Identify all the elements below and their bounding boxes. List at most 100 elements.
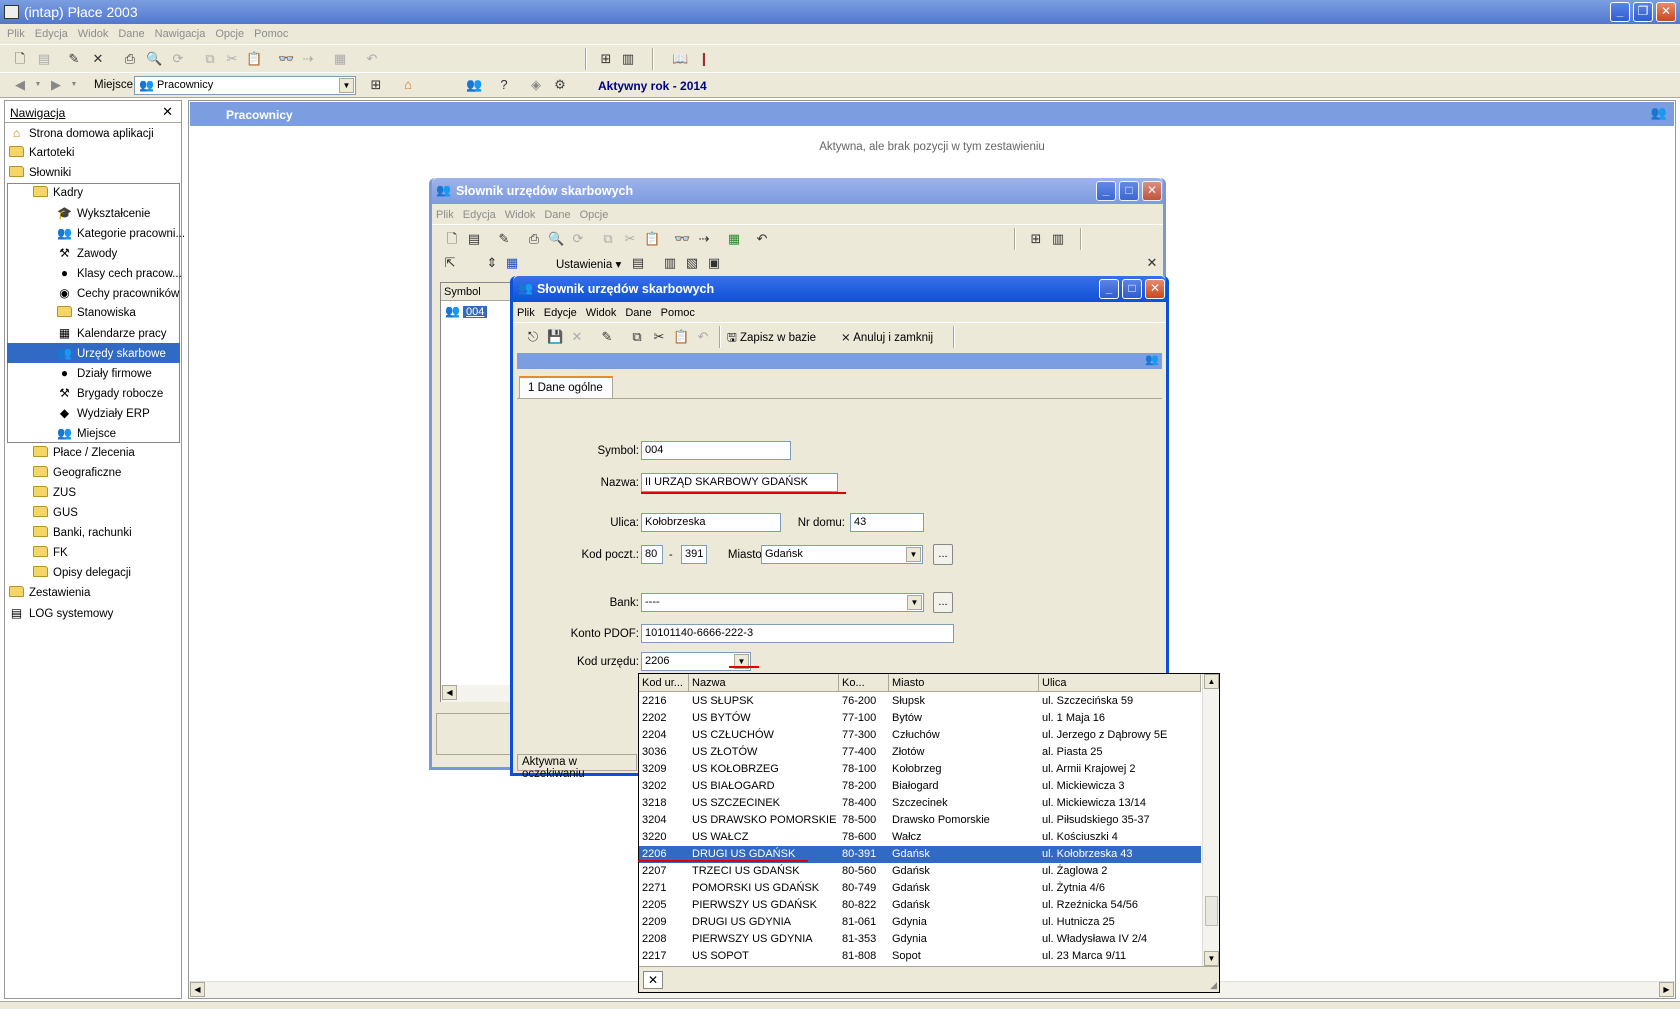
edit-minimize-icon[interactable]: _ (1099, 279, 1119, 299)
symbol-field[interactable]: 004 (641, 441, 791, 460)
dropdown-row[interactable]: 2217 US SOPOT 81-808 Sopot ul. 23 Marca 9/11 (639, 948, 1201, 965)
menu-widok[interactable]: Widok (74, 24, 115, 40)
chevron-down-icon[interactable]: ▼ (339, 78, 354, 93)
nav-item-16[interactable]: 👥 Miejsce (57, 423, 116, 443)
menu-dane[interactable]: Dane (114, 24, 150, 40)
restore-icon[interactable]: ❐ (1633, 2, 1653, 22)
cut-icon[interactable]: ✂ (224, 51, 240, 67)
edit-icon[interactable]: ✎ (599, 329, 615, 345)
dropdown-column-header[interactable]: Ko... (839, 674, 889, 692)
city-select[interactable]: Gdańsk ▼ (761, 545, 923, 564)
nav-item-4[interactable]: Kadry (33, 183, 83, 203)
menu-dane[interactable]: Dane (540, 204, 575, 221)
edit-maximize-icon[interactable]: □ (1122, 279, 1142, 299)
nav-item-10[interactable]: Stanowiska (57, 303, 136, 323)
nav-item-11[interactable]: ▦ Kalendarze pracy (57, 323, 167, 343)
nav-item-12[interactable]: 👥 Urzędy skarbowe (7, 343, 180, 363)
close-nav-icon[interactable]: ✕ (162, 104, 173, 120)
postal-code-part1[interactable]: 80 (641, 545, 663, 564)
nav-item-8[interactable]: ● Klasy cech pracow... (57, 263, 182, 283)
street-field[interactable]: Kołobrzeska (641, 513, 781, 532)
tree-icon[interactable]: ⊞ (1028, 231, 1044, 247)
menu-opcje[interactable]: Opcje (576, 204, 614, 221)
dropdown-close-icon[interactable]: ✕ (643, 971, 663, 989)
bank-select[interactable]: ---- ▼ (641, 593, 924, 612)
nav-item-25[interactable]: ▤ LOG systemowy (9, 603, 114, 623)
nav-item-1[interactable]: ⌂ Strona domowa aplikacji (9, 123, 154, 143)
menu-dane[interactable]: Dane (621, 302, 656, 319)
close-filter-icon[interactable]: ✕ (1144, 255, 1160, 271)
nav-item-22[interactable]: FK (33, 543, 68, 563)
excel-icon[interactable]: ▦ (726, 231, 742, 247)
edit-icon[interactable]: ✎ (496, 231, 512, 247)
properties-icon[interactable]: ▤ (36, 51, 52, 67)
scroll-up-icon[interactable]: ▲ (1204, 674, 1219, 689)
nav-item-17[interactable]: Płace / Zlecenia (33, 443, 135, 463)
bank-lookup-button[interactable]: ... (933, 592, 953, 613)
menu-plik[interactable]: Plik (513, 302, 540, 319)
dropdown-row[interactable]: 2271 POMORSKI US GDAŃSK 80-749 Gdańsk ul. Ży… (639, 880, 1201, 897)
copy-icon[interactable]: ⧉ (600, 231, 616, 247)
scroll-down-icon[interactable]: ▼ (1204, 951, 1219, 966)
nav-item-19[interactable]: ZUS (33, 483, 76, 503)
paste-icon[interactable]: 📋 (673, 329, 689, 345)
undo-icon[interactable]: ↶ (754, 231, 770, 247)
nav-item-24[interactable]: Zestawienia (9, 583, 90, 603)
dropdown-row[interactable]: 3209 US KOŁOBRZEG 78-100 Kołobrzeg ul. Armii… (639, 761, 1201, 778)
sort-icon[interactable]: ⇕ (484, 255, 500, 271)
dropdown-row[interactable]: 2204 US CZŁUCHÓW 77-300 Człuchów ul. Jerzego… (639, 727, 1201, 744)
place-select[interactable]: 👥 Pracownicy ▼ (134, 76, 356, 95)
tab-general[interactable]: 1 Dane ogólne (519, 376, 613, 398)
list-row[interactable]: 👥 004 (441, 302, 511, 320)
menu-plik[interactable]: Plik (432, 204, 459, 221)
print-icon[interactable]: ⎙ (526, 231, 542, 247)
print-icon[interactable]: ⎙ (122, 51, 138, 67)
dropdown-scrollbar[interactable]: ▲ ▼ (1202, 674, 1219, 966)
back-icon[interactable]: ◀ (12, 77, 28, 93)
settings-menu[interactable]: Ustawienia ▾ (556, 257, 621, 271)
dropdown-row[interactable]: 2216 US SŁUPSK 76-200 Słupsk ul. Szczecińska… (639, 693, 1201, 710)
paste-icon[interactable]: 📋 (246, 51, 262, 67)
tree-icon[interactable]: ⊞ (598, 51, 614, 67)
nav-item-14[interactable]: ⚒ Brygady robocze (57, 383, 163, 403)
help-icon[interactable]: ? (496, 77, 512, 93)
find-next-icon[interactable]: ⇢ (696, 231, 712, 247)
paste-icon[interactable]: 📋 (644, 231, 660, 247)
city-lookup-button[interactable]: ... (933, 544, 953, 565)
undo-icon[interactable]: ↶ (364, 51, 380, 67)
layers-icon[interactable]: ◈ (528, 77, 544, 93)
new-icon[interactable]: 🗋 (12, 51, 28, 67)
minimize-icon[interactable]: _ (1610, 2, 1630, 22)
settings-icon[interactable]: ⚙ (552, 77, 568, 93)
users-icon[interactable]: 👥 (466, 77, 482, 93)
save-button[interactable]: 🖫 Zapisz w bazie (727, 330, 816, 349)
scroll-left-icon[interactable]: ◀ (190, 982, 205, 997)
menu-widok[interactable]: Widok (582, 302, 622, 319)
postal-code-part2[interactable]: 391 (681, 545, 707, 564)
nav-item-5[interactable]: 🎓 Wykształcenie (57, 203, 150, 223)
list-minimize-icon[interactable]: _ (1096, 181, 1116, 201)
menu-edycja[interactable]: Edycja (459, 204, 501, 221)
dropdown-row[interactable]: 2208 PIERWSZY US GDYNIA 81-353 Gdynia ul. Wł… (639, 931, 1201, 948)
scroll-left-icon[interactable]: ◀ (442, 685, 457, 700)
house-number-field[interactable]: 43 (850, 513, 924, 532)
edit-close-icon[interactable]: ✕ (1145, 279, 1165, 299)
properties-icon[interactable]: ▤ (466, 231, 482, 247)
columns-icon[interactable]: ▤ (630, 255, 646, 271)
copy-icon[interactable]: ⧉ (629, 329, 645, 345)
nav-item-15[interactable]: ◆ Wydziały ERP (57, 403, 150, 423)
menu-edycje[interactable]: Edycje (540, 302, 582, 319)
dropdown-row[interactable]: 3220 US WAŁCZ 78-600 Wałcz ul. Kościuszki 4 (639, 829, 1201, 846)
cancel-button[interactable]: ⨯ Anuluj i zamknij (841, 330, 933, 344)
nav-item-2[interactable]: Kartoteki (9, 143, 74, 163)
dropdown-row[interactable]: 2209 DRUGI US GDYNIA 81-061 Gdynia ul. Hutni… (639, 914, 1201, 931)
chevron-down-icon[interactable]: ▼ (906, 547, 921, 562)
nav-item-18[interactable]: Geograficzne (33, 463, 121, 483)
layout-icon[interactable]: ▣ (706, 255, 722, 271)
dropdown-row[interactable]: 3218 US SZCZECINEK 78-400 Szczecinek ul. Mic… (639, 795, 1201, 812)
chevron-down-icon[interactable]: ▼ (907, 595, 922, 610)
home-icon[interactable]: ⌂ (400, 77, 416, 93)
undo-icon[interactable]: ↶ (695, 329, 711, 345)
scroll-right-icon[interactable]: ▶ (1659, 982, 1674, 997)
dropdown-row[interactable]: 2205 PIERWSZY US GDAŃSK 80-822 Gdańsk ul. Rz… (639, 897, 1201, 914)
